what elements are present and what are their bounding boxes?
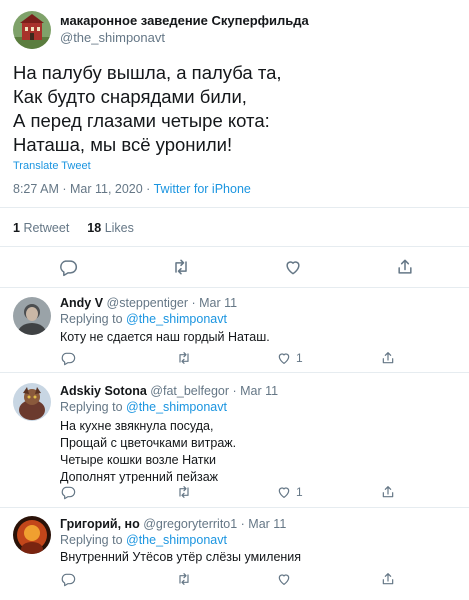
reply-avatar[interactable] [13,297,51,335]
share-button[interactable] [380,350,396,366]
replying-to: Replying to @the_shimponavt [60,400,227,414]
replying-to-label: Replying to [60,400,127,414]
reply-icon [60,260,78,277]
reply-header: Григорий, но @gregoryterrito1 · Mar 11 [60,517,286,531]
like-button[interactable] [283,257,303,277]
reply-icon [61,486,76,500]
tweet-text: На палубу вышла, а палуба та, Как будто … [13,62,282,155]
divider [0,246,469,247]
author-avatar[interactable] [13,11,51,49]
retweet-count: 1 [13,221,20,235]
reply-button[interactable] [60,484,76,500]
reply-actions: 1 [0,484,469,506]
like-button[interactable]: 1 [276,484,303,500]
reply-actions [0,571,469,593]
replying-to-label: Replying to [60,533,127,547]
replying-to: Replying to @the_shimponavt [60,533,227,547]
replying-to-mention[interactable]: @the_shimponavt [126,533,227,547]
like-icon [286,261,300,275]
reply-text: Внутренний Утёсов утёр слёзы умиления [60,550,302,564]
reply-actions: 1 [0,350,469,372]
likes-count: 18 [87,221,102,235]
reply-author-name[interactable]: Andy V [60,296,103,310]
like-icon [278,353,290,364]
share-button[interactable] [395,257,415,277]
replying-to-label: Replying to [60,312,127,326]
like-count: 1 [296,485,303,499]
translate-tweet-link[interactable]: Translate Tweet [13,160,91,172]
tweet-source[interactable]: Twitter for iPhone [154,182,251,196]
like-button[interactable]: 1 [276,350,303,366]
reply-avatar[interactable] [13,383,51,421]
author-handle[interactable]: @the_shimponavt [60,30,165,45]
reply-text: На кухне звякнула посуда, Прощай с цвето… [60,419,237,484]
like-icon [278,487,290,498]
likes-stat-label: Likes [104,221,134,235]
replying-to-mention[interactable]: @the_shimponavt [126,400,227,414]
author-name[interactable]: макаронное заведение Скуперфильда [60,13,309,28]
reply-tweet[interactable]: Andy V @steppentiger · Mar 11 Replying t… [0,288,469,372]
main-tweet: макаронное заведение Скуперфильда @the_s… [0,0,469,287]
reply-avatar[interactable] [13,516,51,554]
reply-button[interactable] [58,257,78,277]
retweet-icon [175,259,187,275]
likes-stat[interactable]: 18 Likes [87,221,134,235]
retweet-stat[interactable]: 1 Retweet [13,221,69,235]
reply-icon [61,352,76,366]
reply-handle-date[interactable]: @gregoryterrito1 · Mar 11 [140,517,286,531]
share-icon [398,259,412,274]
reply-author-name[interactable]: Григорий, но [60,517,140,531]
reply-header: Adskiy Sotona @fat_belfegor · Mar 11 [60,384,278,398]
like-button[interactable] [276,571,292,587]
share-icon [382,573,394,585]
divider [0,207,469,208]
reply-handle-date[interactable]: @fat_belfegor · Mar 11 [147,384,278,398]
like-count: 1 [296,351,303,365]
tweet-stats: 1 Retweet 18 Likes [13,221,134,235]
retweet-button[interactable] [176,350,192,366]
reply-handle-date[interactable]: @steppentiger · Mar 11 [103,296,238,310]
replying-to-mention[interactable]: @the_shimponavt [126,312,227,326]
reply-author-name[interactable]: Adskiy Sotona [60,384,147,398]
retweet-icon [179,352,189,364]
retweet-icon [179,486,189,498]
share-button[interactable] [380,571,396,587]
reply-tweet[interactable]: Adskiy Sotona @fat_belfegor · Mar 11 Rep… [0,373,469,507]
share-icon [382,486,394,498]
retweet-icon [179,573,189,585]
retweet-stat-label: Retweet [23,221,70,235]
share-icon [382,352,394,364]
retweet-button[interactable] [176,484,192,500]
like-icon [278,574,290,585]
reply-button[interactable] [60,350,76,366]
reply-button[interactable] [60,571,76,587]
reply-header: Andy V @steppentiger · Mar 11 [60,296,237,310]
retweet-button[interactable] [171,257,191,277]
main-tweet-actions [0,257,469,279]
tweet-meta: 8:27 AM · Mar 11, 2020 · Twitter for iPh… [13,182,251,196]
reply-tweet[interactable]: Григорий, но @gregoryterrito1 · Mar 11 R… [0,508,469,600]
retweet-button[interactable] [176,571,192,587]
replying-to: Replying to @the_shimponavt [60,312,227,326]
share-button[interactable] [380,484,396,500]
reply-text: Коту не сдается наш гордый Наташ. [60,330,270,344]
reply-icon [61,573,76,587]
tweet-timestamp[interactable]: 8:27 AM · Mar 11, 2020 · [13,182,154,196]
